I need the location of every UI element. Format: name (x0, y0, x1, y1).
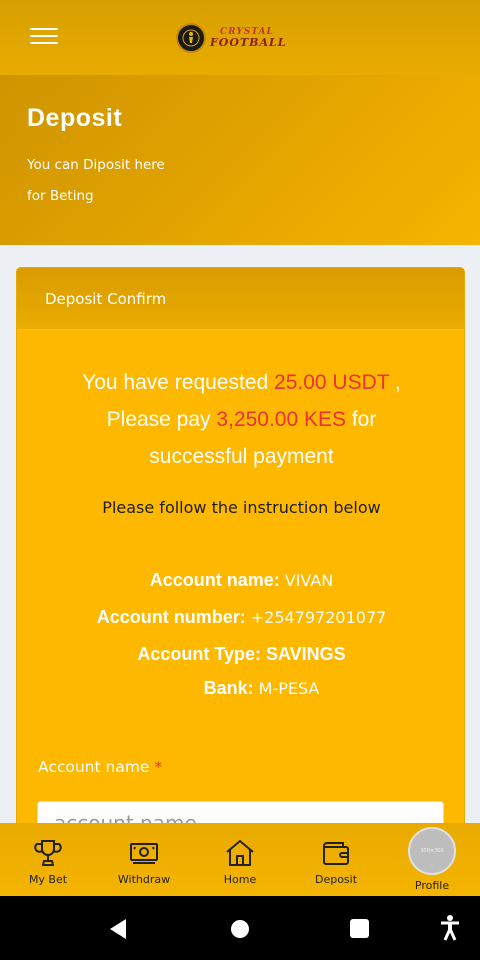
nav-item-deposit[interactable]: Deposit (288, 823, 384, 896)
requested-amount: 25.00 USDT (274, 371, 390, 394)
avatar: 300×300 (408, 827, 456, 875)
bank-row: Bank: M-PESA (17, 678, 464, 699)
nav-item-profile[interactable]: 300×300 Profile (384, 823, 480, 896)
app-logo[interactable]: CRYSTAL FOOTBALL (176, 23, 286, 53)
system-nav-bar (0, 896, 480, 960)
payment-request-text: You have requested 25.00 USDT , Please p… (17, 364, 464, 475)
account-type-label: Account Type: (137, 644, 261, 664)
account-number-label: Account number: (96, 607, 246, 627)
page-subtitle-line2: for Beting (27, 188, 94, 204)
request-separator: , (389, 371, 401, 394)
page-title: Deposit (27, 104, 123, 132)
nav-label-home: Home (223, 873, 257, 886)
nav-item-my-bet[interactable]: My Bet (0, 823, 96, 896)
account-name-field-label-text: Account name (38, 758, 150, 776)
deposit-confirm-card: Deposit Confirm You have requested 25.00… (16, 267, 465, 867)
account-type-value: SAVINGS (266, 644, 346, 664)
trophy-icon (34, 840, 62, 866)
football-logo-icon (176, 23, 206, 53)
account-name-label: Account name: (149, 570, 280, 590)
home-circle-icon[interactable] (230, 919, 250, 939)
top-app-bar: CRYSTAL FOOTBALL (0, 0, 480, 75)
home-icon (226, 839, 254, 866)
account-name-row: Account name: VIVAN (17, 570, 464, 591)
pay-amount: 3,250.00 KES (216, 408, 346, 431)
nav-item-withdraw[interactable]: Withdraw (96, 823, 192, 896)
cash-icon (130, 843, 158, 864)
bank-value: M-PESA (258, 679, 320, 698)
account-type-row: Account Type: SAVINGS (17, 644, 464, 665)
page-subtitle: You can Diposit here for Beting (27, 150, 227, 212)
required-mark: * (154, 758, 163, 776)
accessibility-icon[interactable] (440, 914, 460, 942)
logo-line2: FOOTBALL (210, 36, 287, 49)
menu-icon[interactable] (30, 28, 58, 48)
request-prefix: You have requested (82, 371, 275, 394)
wallet-icon (323, 842, 349, 865)
nav-label-deposit: Deposit (314, 873, 358, 886)
back-icon[interactable] (108, 918, 128, 940)
nav-label-my-bet: My Bet (28, 873, 68, 886)
instruction-text: Please follow the instruction below (102, 498, 381, 517)
pay-prefix: Please pay (106, 408, 217, 431)
account-number-value: +254797201077 (250, 608, 387, 627)
card-header: Deposit Confirm (17, 268, 464, 330)
nav-label-withdraw: Withdraw (117, 873, 171, 886)
nav-item-home[interactable]: Home (192, 823, 288, 896)
pay-suffix: for (346, 408, 377, 431)
card-header-title: Deposit Confirm (45, 289, 167, 308)
bottom-nav: My Bet Withdraw Home Deposit 300×300 Pro… (0, 823, 480, 896)
request-line3: successful payment (149, 445, 334, 468)
page-subtitle-line1: You can Diposit here (27, 157, 165, 173)
account-number-row: Account number: +254797201077 (17, 607, 464, 628)
recents-icon[interactable] (349, 918, 370, 939)
avatar-placeholder-text: 300×300 (420, 848, 444, 854)
nav-label-profile: Profile (414, 879, 450, 892)
account-name-field-label: Account name * (38, 758, 162, 776)
bank-label: Bank: (203, 678, 254, 698)
account-name-value: VIVAN (284, 571, 334, 590)
logo-wordmark: CRYSTAL FOOTBALL (210, 28, 287, 49)
